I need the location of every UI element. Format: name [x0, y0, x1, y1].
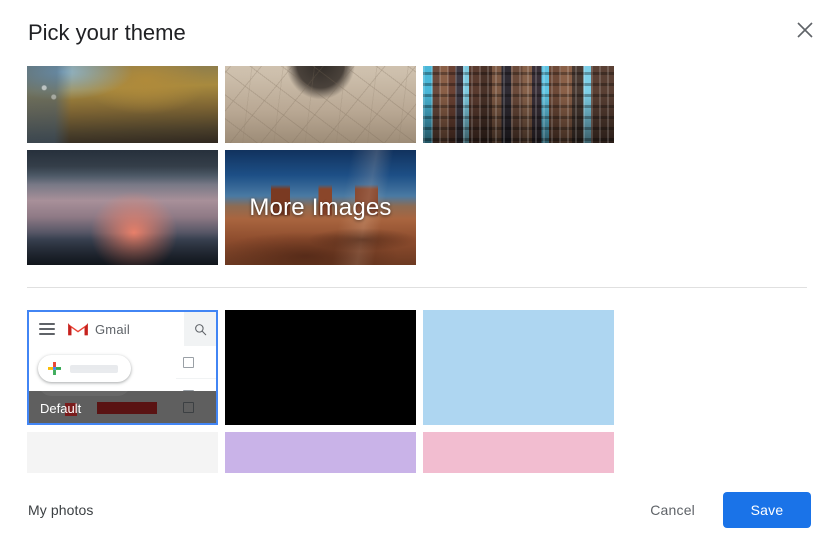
- more-images-label: More Images: [249, 193, 392, 221]
- image-theme-grid: More Images: [0, 66, 834, 265]
- ocean-sunset-image: [27, 150, 218, 265]
- autumn-lake-image: [27, 66, 218, 143]
- my-photos-link[interactable]: My photos: [28, 502, 94, 518]
- list-item[interactable]: [176, 391, 216, 423]
- default-theme-label: Default: [40, 401, 82, 416]
- theme-scroll-area[interactable]: More Images Gmail Default: [0, 66, 834, 473]
- default-theme-preview[interactable]: Gmail Default: [27, 310, 218, 425]
- swatch-light-blue[interactable]: [423, 310, 614, 425]
- city-buildings-thumbnail[interactable]: [423, 66, 614, 143]
- swatch-white[interactable]: [27, 432, 218, 473]
- default-label-bar: [97, 402, 157, 414]
- dialog-footer: My photos Cancel Save: [0, 473, 834, 546]
- close-icon[interactable]: [785, 10, 825, 50]
- gmail-preview-topbar: Gmail: [29, 312, 216, 346]
- pick-theme-dialog: Pick your theme More Images Gmail Defaul…: [0, 0, 834, 546]
- swatch-purple[interactable]: [225, 432, 416, 473]
- more-images-thumbnail[interactable]: More Images: [225, 150, 416, 265]
- gmail-preview-maillist-dark: [176, 391, 216, 423]
- gmail-preview-maillist: [176, 346, 216, 412]
- list-item[interactable]: [176, 346, 216, 379]
- compose-button-shadow: [38, 369, 131, 396]
- save-button[interactable]: Save: [723, 491, 811, 528]
- cancel-button[interactable]: Cancel: [634, 493, 711, 527]
- city-buildings-image: [423, 66, 614, 143]
- hamburger-menu-icon[interactable]: [39, 323, 55, 335]
- mail-checkbox[interactable]: [183, 356, 194, 368]
- search-icon[interactable]: [184, 312, 216, 346]
- ocean-sunset-thumbnail[interactable]: [27, 150, 218, 265]
- swatch-black[interactable]: [225, 310, 416, 425]
- gmail-logo-icon: [68, 322, 88, 336]
- cracked-desert-image: [225, 66, 416, 143]
- color-theme-grid: Gmail Default: [0, 310, 834, 473]
- autumn-lake-thumbnail[interactable]: [27, 66, 218, 143]
- dialog-header: Pick your theme: [0, 0, 834, 66]
- page-title: Pick your theme: [28, 20, 186, 45]
- section-divider: [27, 287, 807, 288]
- gmail-wordmark: Gmail: [95, 321, 130, 337]
- mail-checkbox[interactable]: [183, 401, 194, 413]
- cracked-desert-thumbnail[interactable]: [225, 66, 416, 143]
- swatch-pink[interactable]: [423, 432, 614, 473]
